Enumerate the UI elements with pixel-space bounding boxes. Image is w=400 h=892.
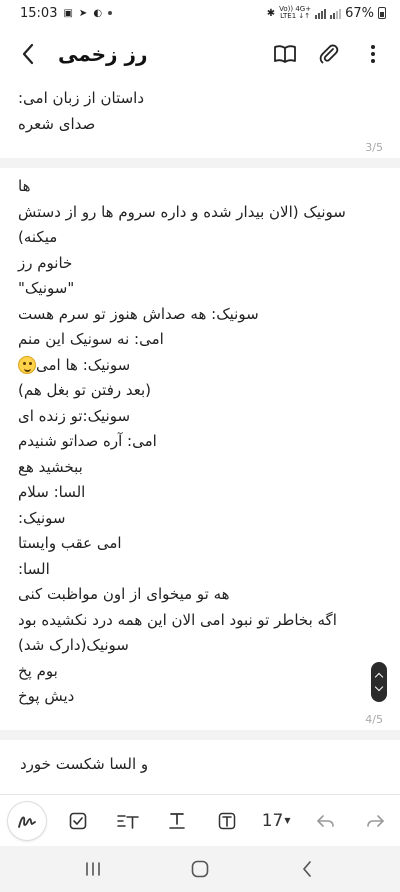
nav-back-icon — [302, 861, 311, 877]
text-line: ببخشید هع — [18, 457, 83, 476]
recents-button[interactable] — [80, 856, 106, 882]
note-page-4[interactable]: ها سونیک (الان بیدار شده و داره سروم ها … — [0, 168, 400, 730]
text-line: سونیک: — [18, 508, 66, 527]
page-number: 4/5 — [365, 713, 383, 726]
home-icon — [191, 860, 209, 878]
telegram-notification-icon: ➤ — [78, 7, 88, 19]
note-content[interactable]: داستان از زبان امی: صدای شعره 3/5 ها سون… — [0, 82, 400, 794]
text-line: سونیک(دارک شد) — [18, 636, 129, 654]
battery-icon — [378, 7, 386, 19]
note-page-5[interactable]: و السا شکست خورد — [0, 740, 400, 794]
text-line: و السا شکست خورد — [20, 755, 149, 773]
text-line: "سونیک" — [18, 279, 75, 297]
checkbox-icon — [70, 812, 87, 829]
status-bar: 15:03 ▣ ➤ ◐ ✱ Vo)) 4G+ LTE1 ↓↑ 67% — [0, 0, 400, 26]
photo-notification-icon: ▣ — [63, 7, 73, 19]
text-line: سونیک (الان بیدار شده و داره سروم ها رو … — [18, 202, 346, 221]
text-line: دیش پوخ — [18, 687, 75, 705]
text-line: بوم پخ — [18, 661, 58, 680]
recents-icon — [86, 862, 101, 876]
signal-icon — [315, 8, 327, 19]
network-type: Vo)) 4G+ LTE1 ↓↑ — [279, 6, 311, 20]
underline-button[interactable] — [160, 804, 194, 838]
text-line: هه تو میخوای از اون مواظبت کنی — [18, 585, 230, 603]
more-vert-icon — [371, 45, 375, 63]
text-line: صدای شعره — [18, 114, 96, 133]
font-size-selector[interactable]: 17 ▼ — [259, 804, 293, 838]
page-text[interactable]: و السا شکست خورد — [0, 740, 400, 778]
text-line: امی عقب وایستا — [18, 534, 122, 552]
more-options-button[interactable] — [360, 41, 386, 67]
chevron-down-icon — [374, 682, 384, 692]
text-style-icon — [117, 814, 139, 829]
dropdown-caret-icon: ▼ — [284, 816, 291, 825]
attach-button[interactable] — [316, 41, 342, 67]
handwriting-pen-icon — [18, 816, 36, 828]
chevron-left-icon — [22, 43, 34, 65]
underline-icon — [169, 812, 186, 829]
redo-button[interactable] — [358, 804, 392, 838]
text-line: سونیک: ها امی — [36, 355, 131, 374]
undo-button[interactable] — [309, 804, 343, 838]
clock: 15:03 — [20, 5, 58, 21]
book-icon — [274, 45, 296, 63]
text-line: (بعد رفتن تو بغل هم) — [18, 381, 152, 399]
data-saver-icon: ◐ — [93, 7, 103, 19]
text-line: امی: نه سونیک این منم — [18, 330, 164, 348]
text-style-button[interactable] — [111, 804, 145, 838]
page-number: 3/5 — [365, 141, 383, 154]
font-size-value: 17 — [261, 810, 284, 831]
text-line: میکنه) — [18, 228, 58, 246]
paperclip-icon — [319, 44, 339, 64]
text-line: داستان از زبان امی: — [18, 89, 145, 107]
text-box-icon — [218, 812, 235, 829]
handwriting-button[interactable] — [8, 801, 46, 840]
text-line: السا: سلام — [18, 483, 86, 501]
fast-scroll-handle[interactable] — [371, 662, 387, 702]
checkbox-button[interactable] — [61, 804, 95, 838]
chevron-up-icon — [374, 672, 384, 682]
redo-icon — [367, 814, 384, 827]
page-text[interactable]: ها سونیک (الان بیدار شده و داره سروم ها … — [0, 168, 400, 710]
nav-back-button[interactable] — [294, 856, 320, 882]
system-nav-bar — [0, 846, 400, 892]
undo-icon — [316, 814, 334, 827]
text-line: اگه بخاطر تو نبود امی الان این همه درد ن… — [18, 610, 337, 629]
signal-2-icon — [330, 8, 342, 19]
page-text[interactable]: داستان از زبان امی: صدای شعره — [0, 82, 400, 137]
text-box-button[interactable] — [210, 804, 244, 838]
text-line: سونیک:تو زنده ای — [18, 406, 131, 425]
text-line: خانوم رز — [18, 253, 73, 272]
note-page-3[interactable]: داستان از زبان امی: صدای شعره 3/5 — [0, 82, 400, 158]
note-title[interactable]: رز زخمی — [58, 42, 148, 66]
network-bottom-label: LTE1 ↓↑ — [280, 12, 311, 20]
home-button[interactable] — [187, 856, 213, 882]
text-line: السا: — [18, 559, 50, 578]
text-line: امی: آره صداتو شنیدم — [18, 432, 157, 450]
back-button[interactable] — [14, 40, 42, 68]
grimacing-face-emoji-icon — [18, 356, 36, 374]
text-line: سونیک: هه صداش هنوز تو سرم هست — [18, 304, 259, 323]
text-line-with-emoji: سونیک: ها امی — [18, 353, 378, 379]
reading-mode-button[interactable] — [272, 41, 298, 67]
bluetooth-icon: ✱ — [266, 7, 276, 19]
more-notifications-dot — [108, 11, 113, 15]
battery-percent: 67% — [345, 5, 374, 21]
app-bar: رز زخمی — [0, 26, 400, 82]
editing-toolbar: 17 ▼ — [0, 794, 400, 846]
text-line: ها — [18, 177, 31, 195]
